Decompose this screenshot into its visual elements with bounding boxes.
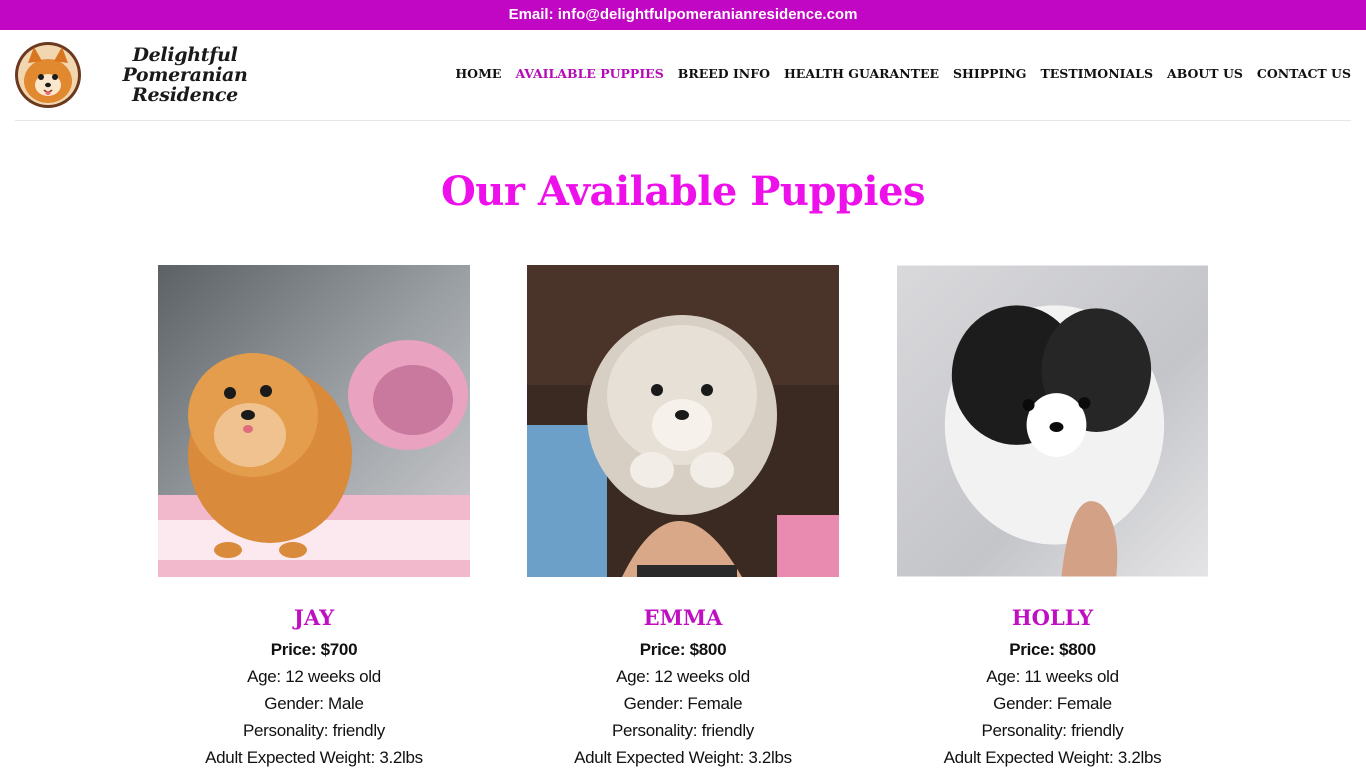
puppy-name[interactable]: EMMA	[527, 603, 839, 633]
puppy-name[interactable]: HOLLY	[897, 603, 1208, 633]
puppy-gender: Gender: Male	[264, 694, 364, 713]
nav-breed-info[interactable]: BREED INFO	[678, 66, 770, 81]
site-header: Delightful Pomeranian Residence HOME AVA…	[0, 30, 1366, 121]
nav-shipping[interactable]: SHIPPING	[953, 66, 1026, 81]
logo-line-1: Delightful Pomeranian	[122, 44, 248, 86]
puppy-price: Price: $700	[270, 640, 358, 659]
nav-contact-us[interactable]: CONTACT US	[1257, 66, 1351, 81]
page-title: Our Available Puppies	[440, 168, 926, 215]
puppy-name[interactable]: JAY	[158, 603, 470, 633]
nav-available-puppies[interactable]: AVAILABLE PUPPIES	[515, 66, 663, 81]
puppy-card-jay: JAY Price: $700 Age: 12 weeks old Gender…	[158, 265, 470, 768]
logo-line-2: Residence	[132, 84, 238, 106]
puppy-personality: Personality: friendly	[242, 721, 386, 740]
nav-testimonials[interactable]: TESTIMONIALS	[1040, 66, 1153, 81]
puppy-weight: Adult Expected Weight: 3.2lbs	[205, 748, 423, 767]
nav-health-guarantee[interactable]: HEALTH GUARANTEE	[784, 66, 939, 81]
email-link[interactable]: Email: info@delightfulpomeranianresidenc…	[509, 6, 858, 23]
puppy-gender: Gender: Female	[993, 694, 1112, 713]
nav-about-us[interactable]: ABOUT US	[1167, 66, 1243, 81]
puppy-gender: Gender: Female	[623, 694, 743, 713]
puppy-photo-jay[interactable]	[158, 265, 470, 577]
puppy-price: Price: $800	[1009, 640, 1096, 659]
puppy-age: Age: 12 weeks old	[616, 667, 750, 686]
puppy-photo-holly[interactable]	[897, 265, 1208, 577]
main-nav: HOME AVAILABLE PUPPIES BREED INFO HEALTH…	[455, 66, 1351, 81]
pomeranian-logo-icon	[15, 42, 81, 108]
puppy-card-holly: HOLLY Price: $800 Age: 11 weeks old Gend…	[897, 265, 1208, 768]
puppy-age: Age: 11 weeks old	[986, 667, 1119, 686]
puppy-personality: Personality: friendly	[981, 721, 1124, 740]
puppy-weight: Adult Expected Weight: 3.2lbs	[574, 748, 792, 767]
puppy-personality: Personality: friendly	[611, 721, 755, 740]
puppy-card-emma: EMMA Price: $800 Age: 12 weeks old Gende…	[527, 265, 839, 768]
puppy-price: Price: $800	[639, 640, 727, 659]
puppy-age: Age: 12 weeks old	[247, 667, 381, 686]
logo-text: Delightful Pomeranian Residence	[86, 45, 284, 105]
nav-home[interactable]: HOME	[455, 66, 501, 81]
site-logo[interactable]: Delightful Pomeranian Residence	[14, 40, 284, 110]
top-email-bar: Email: info@delightfulpomeranianresidenc…	[0, 0, 1366, 30]
puppy-photo-emma[interactable]	[527, 265, 839, 577]
header-divider	[15, 120, 1351, 121]
puppy-weight: Adult Expected Weight: 3.2lbs	[943, 748, 1162, 767]
